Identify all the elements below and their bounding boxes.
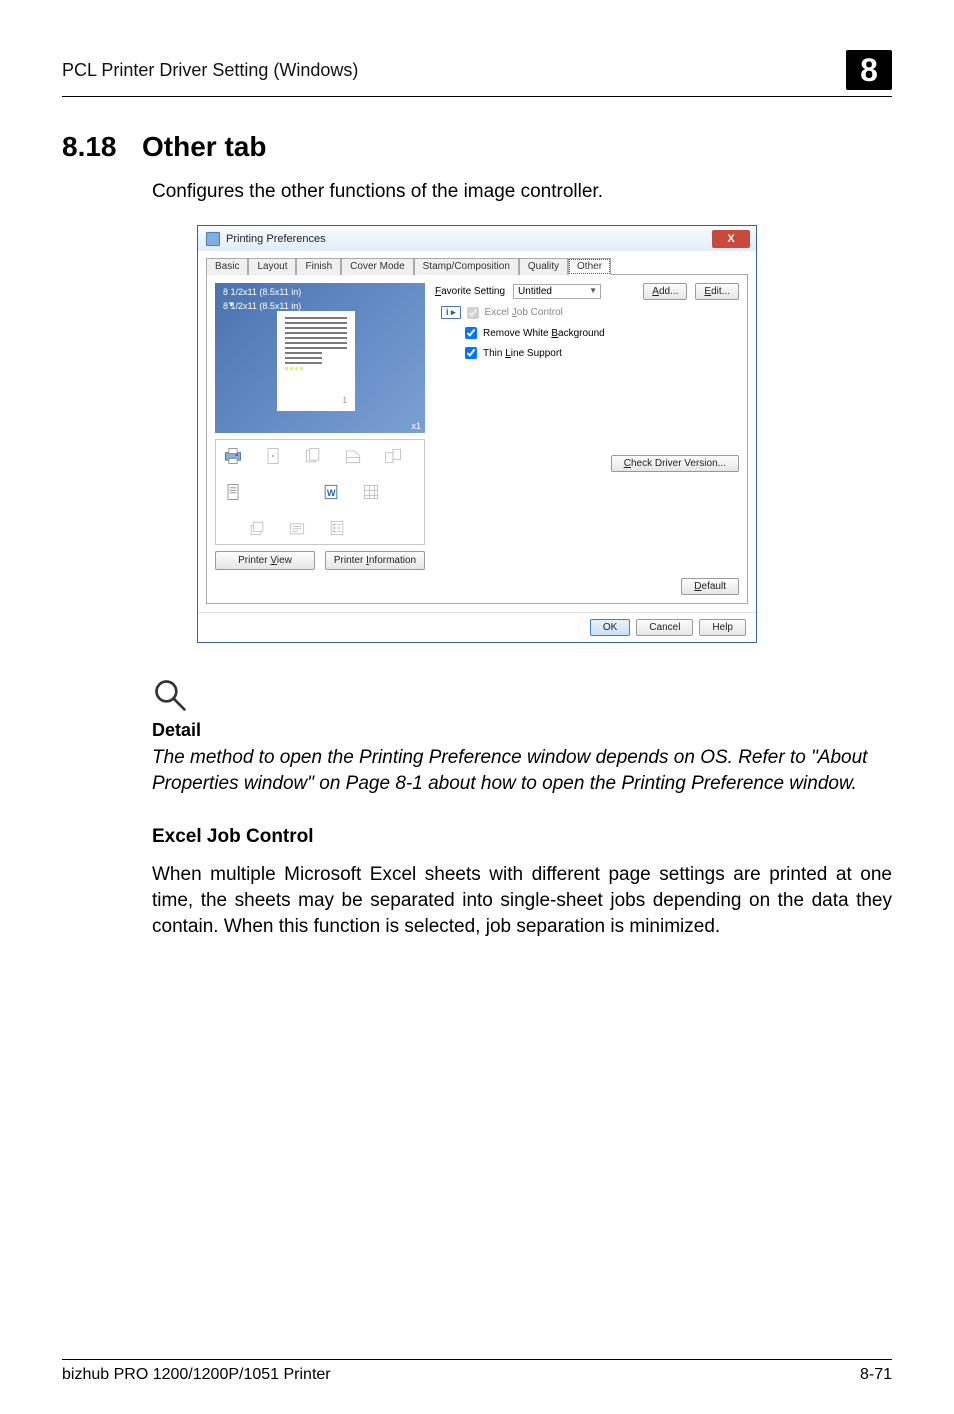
chapter-number-badge: 8 — [846, 50, 892, 90]
tab-panel-other: 8 1/2x11 (8.5x11 in) ▾ 8 1/2x11 (8.5x11 … — [206, 274, 748, 604]
tab-basic[interactable]: Basic — [206, 258, 248, 275]
svg-text:W: W — [327, 488, 336, 498]
favorite-label: Favorite Setting — [435, 286, 505, 297]
tab-stamp-composition[interactable]: Stamp/Composition — [414, 258, 519, 275]
tab-quality[interactable]: Quality — [519, 258, 568, 275]
preview-size-target: 8 1/2x11 (8.5x11 in) — [223, 301, 301, 311]
favorite-edit-button[interactable]: Edit... — [695, 283, 739, 300]
printing-preferences-dialog: Printing Preferences X Basic Layout Fini… — [197, 225, 757, 643]
ok-button[interactable]: OK — [590, 619, 630, 636]
page-single-icon — [262, 446, 284, 466]
printer-color-icon — [222, 446, 244, 466]
section-number: 8.18 — [62, 131, 142, 163]
default-button[interactable]: Default — [681, 578, 739, 595]
excel-job-control-heading: Excel Job Control — [152, 826, 892, 848]
footer-product: bizhub PRO 1200/1200P/1051 Printer — [62, 1366, 331, 1384]
excel-job-control-label: Excel Job Control — [485, 307, 563, 318]
favorite-row: Favorite Setting Untitled Add... Edit... — [435, 283, 739, 300]
preview-count: x1 — [411, 421, 421, 431]
section-title: Other tab — [142, 131, 266, 163]
printer-information-button[interactable]: Printer Information — [325, 551, 425, 570]
favorite-select[interactable]: Untitled — [513, 284, 601, 299]
tab-cover-mode[interactable]: Cover Mode — [341, 258, 413, 275]
dialog-button-row: OK Cancel Help — [198, 612, 756, 642]
footer-page: 8-71 — [860, 1366, 892, 1384]
document-icon — [222, 482, 244, 502]
header-title: PCL Printer Driver Setting (Windows) — [62, 60, 358, 81]
list-icon — [326, 518, 348, 538]
word-icon: W — [320, 482, 342, 502]
detail-heading: Detail — [152, 720, 892, 741]
stamp-icon — [286, 518, 308, 538]
tab-finish[interactable]: Finish — [296, 258, 341, 275]
dialog-title: Printing Preferences — [226, 233, 326, 245]
thin-line-support-checkbox[interactable] — [465, 347, 477, 359]
section-intro: Configures the other functions of the im… — [152, 181, 892, 203]
favorite-add-button[interactable]: Add... — [643, 283, 687, 300]
check-driver-version-button[interactable]: Check Driver Version... — [611, 455, 739, 472]
header-rule — [62, 96, 892, 97]
excel-job-control-checkbox — [467, 307, 479, 319]
tab-row: Basic Layout Finish Cover Mode Stamp/Com… — [198, 251, 756, 274]
tab-layout[interactable]: Layout — [248, 258, 296, 275]
section-heading: 8.18 Other tab — [62, 131, 892, 163]
remove-white-background-label: Remove White Background — [483, 328, 605, 339]
pages-stack-icon — [302, 446, 324, 466]
collate-icon — [382, 446, 404, 466]
grid-icon — [360, 482, 382, 502]
printer-view-button[interactable]: Printer View — [215, 551, 315, 570]
excel-job-control-body: When multiple Microsoft Excel sheets wit… — [152, 862, 892, 939]
dialog-titlebar: Printing Preferences X — [198, 226, 756, 251]
detail-body: The method to open the Printing Preferen… — [152, 745, 892, 796]
thin-line-support-label: Thin Line Support — [483, 348, 562, 359]
magnifier-icon — [152, 677, 892, 718]
remove-white-background-checkbox[interactable] — [465, 327, 477, 339]
cancel-button[interactable]: Cancel — [636, 619, 693, 636]
tray-icon — [342, 446, 364, 466]
page-preview: 8 1/2x11 (8.5x11 in) ▾ 8 1/2x11 (8.5x11 … — [215, 283, 425, 433]
layers-icon — [246, 518, 268, 538]
printer-icon — [206, 232, 220, 246]
preview-size-source: 8 1/2x11 (8.5x11 in) — [223, 287, 301, 297]
tab-other[interactable]: Other — [568, 258, 611, 275]
close-button[interactable]: X — [712, 230, 750, 248]
info-icon: i ▸ — [441, 306, 461, 319]
preview-paper: 1 — [277, 311, 355, 411]
help-button[interactable]: Help — [699, 619, 746, 636]
preview-icon-strip: W — [215, 439, 425, 545]
